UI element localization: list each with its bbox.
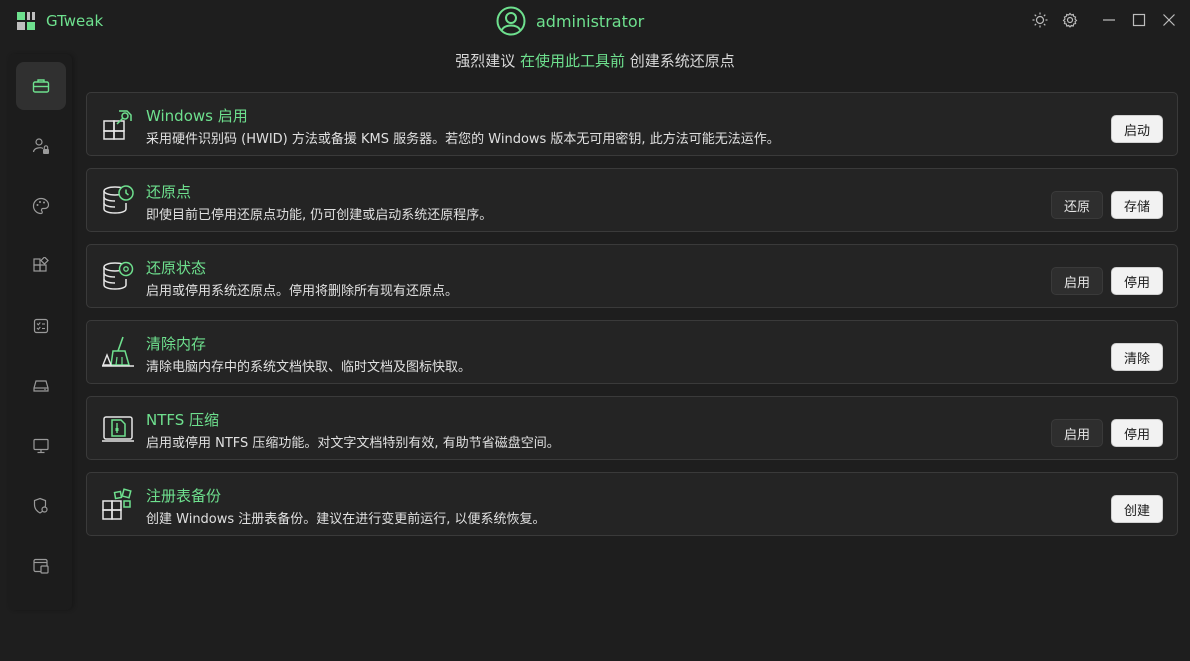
broom-icon (101, 336, 134, 367)
sidebar-item-appearance[interactable] (16, 182, 66, 230)
database-gear-icon (103, 261, 134, 290)
palette-icon (32, 197, 50, 215)
sidebar-item-apps[interactable] (16, 242, 66, 290)
card-windows-activation: Windows 启用 采用硬件识别码 (HWID) 方法或备援 KMS 服务器。… (86, 92, 1178, 156)
window-info-icon (33, 558, 49, 574)
enable-button[interactable]: 启用 (1051, 419, 1103, 447)
card-description: 启用或停用 NTFS 压缩功能。对文字文档特别有效, 有助节省磁盘空间。 (146, 436, 560, 451)
close-icon (1163, 14, 1175, 26)
clear-button[interactable]: 清除 (1111, 343, 1163, 371)
windows-activation-icon (103, 110, 132, 140)
sidebar (8, 54, 72, 610)
card-title: 清除内存 (146, 335, 207, 353)
card-title: 还原点 (146, 183, 192, 201)
card-description: 启用或停用系统还原点。停用将删除所有现有还原点。 (146, 284, 459, 299)
close-button[interactable] (1159, 10, 1179, 30)
card-description: 采用硬件识别码 (HWID) 方法或备援 KMS 服务器。若您的 Windows… (146, 132, 780, 147)
settings-button[interactable] (1060, 10, 1080, 30)
user-name: administrator (536, 11, 645, 31)
enable-button[interactable]: 启用 (1051, 267, 1103, 295)
card-description: 即使目前已停用还原点功能, 仍可创建或启动系统还原程序。 (146, 208, 493, 223)
card-registry-backup: 注册表备份 创建 Windows 注册表备份。建议在进行变更前运行, 以便系统恢… (86, 472, 1178, 536)
app-title: GTweak (46, 12, 104, 30)
sidebar-item-storage[interactable] (16, 362, 66, 410)
card-title: 还原状态 (146, 259, 207, 277)
disable-button[interactable]: 停用 (1111, 419, 1163, 447)
theme-toggle-button[interactable] (1030, 10, 1050, 30)
card-title: NTFS 压缩 (146, 411, 220, 429)
sidebar-item-toolbox[interactable] (16, 62, 66, 110)
minimize-icon (1103, 19, 1115, 21)
app-logo-icon (17, 12, 35, 30)
disable-button[interactable]: 停用 (1111, 267, 1163, 295)
user-profile: administrator (496, 5, 644, 37)
title-bar: GTweak administrator (0, 0, 1190, 42)
drive-icon (33, 380, 49, 392)
card-title: 注册表备份 (146, 487, 222, 505)
sidebar-item-services[interactable] (16, 302, 66, 350)
sidebar-item-info[interactable] (16, 542, 66, 590)
card-restore-point: 还原点 即使目前已停用还原点功能, 仍可创建或启动系统还原程序。 还原 存储 (86, 168, 1178, 232)
card-ntfs-compression: NTFS 压缩 启用或停用 NTFS 压缩功能。对文字文档特别有效, 有助节省磁… (86, 396, 1178, 460)
minimize-button[interactable] (1099, 10, 1119, 30)
monitor-icon (33, 438, 49, 454)
apps-icon (33, 257, 49, 272)
maximize-button[interactable] (1129, 10, 1149, 30)
compression-icon (102, 416, 134, 442)
card-clear-memory: 清除内存 清除电脑内存中的系统文档快取、临时文档及图标快取。 清除 (86, 320, 1178, 384)
card-restore-status: 还原状态 启用或停用系统还原点。停用将删除所有现有还原点。 启用 停用 (86, 244, 1178, 308)
user-lock-icon (32, 138, 49, 154)
sidebar-item-security[interactable] (16, 482, 66, 530)
user-avatar-icon (496, 6, 526, 36)
gear-icon (1062, 12, 1078, 28)
activate-button[interactable]: 启动 (1111, 115, 1163, 143)
sidebar-item-user[interactable] (16, 122, 66, 170)
restore-warning-banner: 强烈建议 在使用此工具前 创建系统还原点 (0, 50, 1190, 71)
save-button[interactable]: 存储 (1111, 191, 1163, 219)
card-description: 清除电脑内存中的系统文档快取、临时文档及图标快取。 (146, 360, 472, 375)
restore-button[interactable]: 还原 (1051, 191, 1103, 219)
card-description: 创建 Windows 注册表备份。建议在进行变更前运行, 以便系统恢复。 (146, 512, 546, 527)
create-button[interactable]: 创建 (1111, 495, 1163, 523)
registry-icon (102, 488, 132, 520)
shield-gear-icon (33, 497, 48, 514)
checklist-icon (33, 318, 49, 334)
restore-point-icon (103, 185, 134, 214)
banner-highlight: 在使用此工具前 (519, 52, 625, 70)
banner-suffix: 创建系统还原点 (629, 52, 735, 70)
sun-icon (1032, 12, 1048, 28)
maximize-icon (1132, 13, 1146, 27)
card-title: Windows 启用 (146, 107, 248, 125)
banner-prefix: 强烈建议 (455, 52, 516, 70)
sidebar-item-system[interactable] (16, 422, 66, 470)
toolbox-icon (32, 79, 50, 93)
